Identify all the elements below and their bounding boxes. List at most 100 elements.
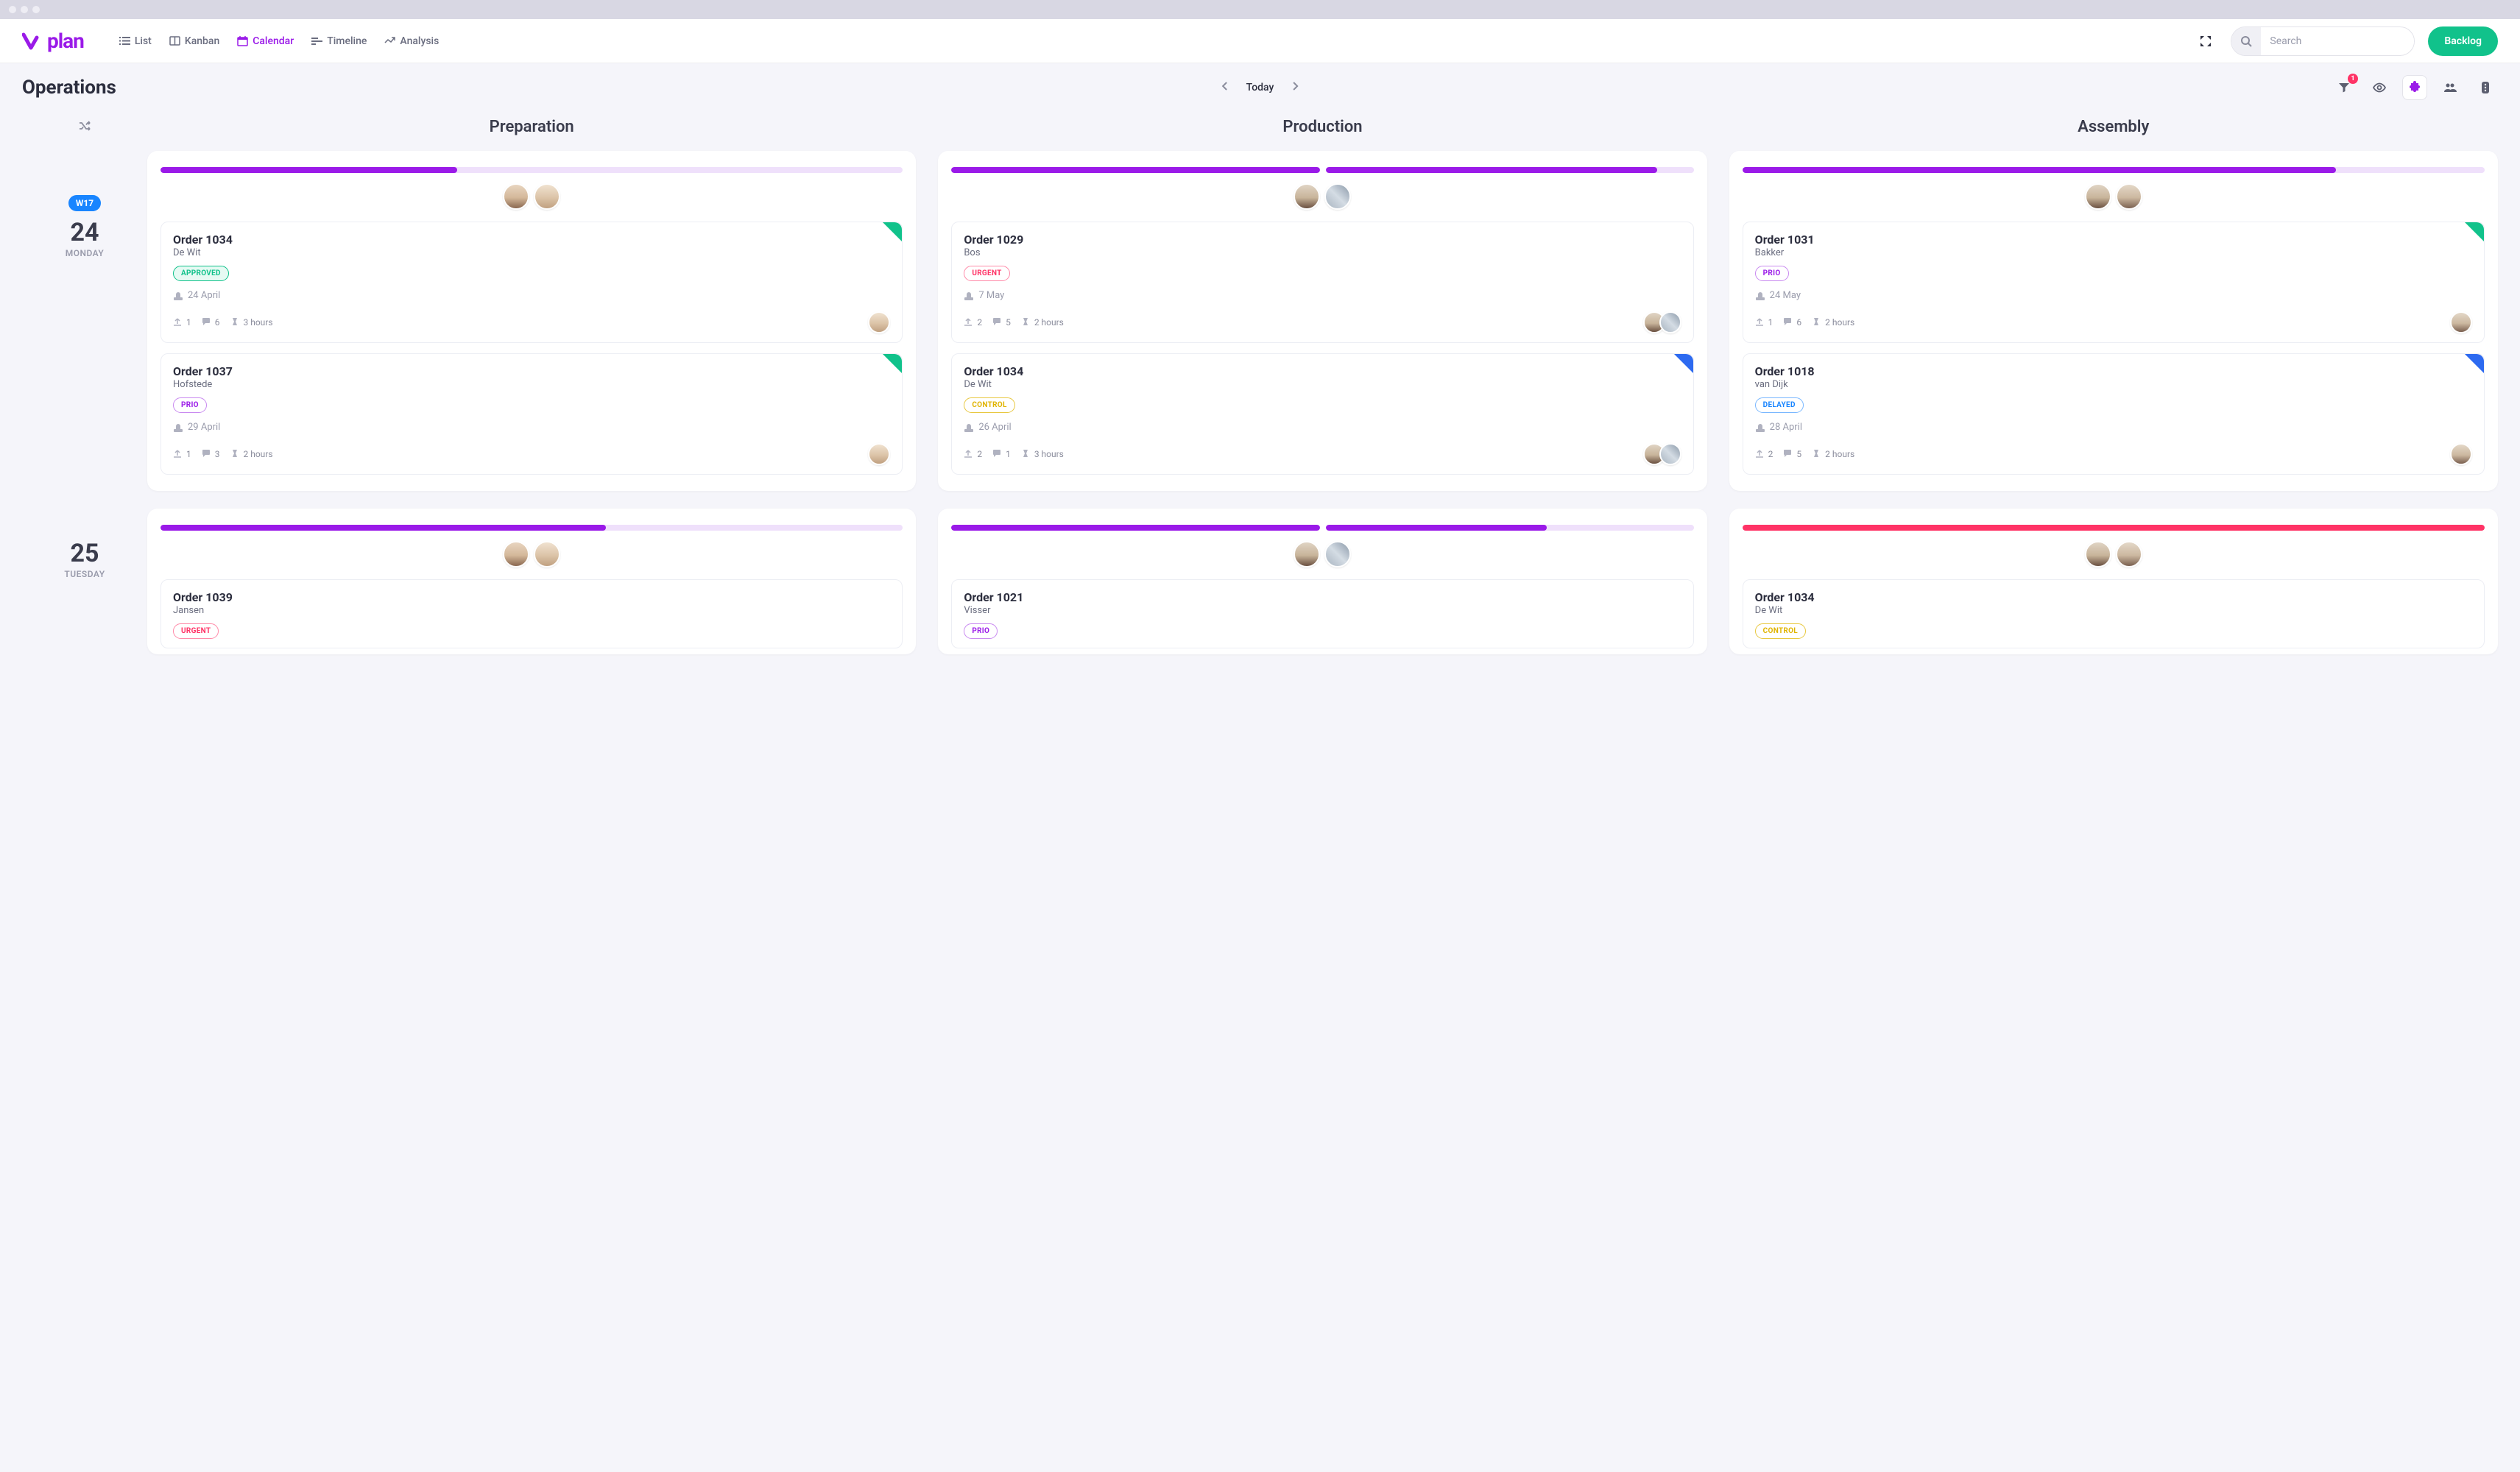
avatars-row (160, 541, 903, 567)
comment-icon (202, 317, 212, 328)
nav-timeline[interactable]: Timeline (304, 31, 374, 52)
hours-count: 3 hours (1021, 449, 1064, 459)
resource-button[interactable] (2473, 75, 2498, 100)
avatar[interactable] (868, 443, 890, 465)
avatar[interactable] (503, 541, 529, 567)
comments-count: 6 (1783, 317, 1801, 328)
shuffle-button[interactable] (78, 119, 91, 135)
today-button[interactable]: Today (1246, 82, 1274, 93)
progress-bar (1326, 167, 1694, 173)
day-number: 24 (70, 220, 99, 245)
people-button[interactable] (2438, 75, 2463, 100)
avatar[interactable] (534, 541, 560, 567)
filter-button[interactable]: 1 (2332, 75, 2357, 100)
avatar[interactable] (2085, 183, 2111, 210)
avatars-row (951, 183, 1693, 210)
toolbar: 1 (2332, 75, 2498, 100)
avatar[interactable] (2116, 183, 2142, 210)
card-title: Order 1034 (1755, 590, 2472, 604)
expand-button[interactable] (2194, 29, 2217, 53)
card-title: Order 1029 (964, 233, 1681, 247)
avatar[interactable] (1293, 541, 1320, 567)
puzzle-button[interactable] (2402, 75, 2427, 100)
window-dot (32, 6, 40, 13)
date-icon (173, 422, 183, 433)
attachments-count: 1 (173, 449, 191, 459)
upload-icon (1755, 449, 1765, 459)
comment-icon (202, 449, 212, 459)
backlog-button[interactable]: Backlog (2428, 26, 2498, 56)
comment-icon (1783, 317, 1793, 328)
nav-calendar[interactable]: Calendar (230, 31, 301, 52)
hours-count: 3 hours (230, 317, 273, 328)
visibility-button[interactable] (2367, 75, 2392, 100)
tag-urgent: URGENT (173, 623, 219, 639)
card-subtitle: Hofstede (173, 379, 890, 390)
hours-icon (1812, 449, 1822, 459)
avatar[interactable] (2450, 443, 2472, 465)
avatar-machine[interactable] (1659, 311, 1681, 333)
avatar-machine[interactable] (1659, 443, 1681, 465)
avatar[interactable] (868, 311, 890, 333)
card-corner-icon (1674, 354, 1693, 373)
order-card[interactable]: Order 1034 De Wit CONTROL 26 April 2 1 3… (951, 353, 1693, 475)
card-date: 24 May (1755, 290, 2472, 301)
date-icon (173, 291, 183, 301)
card-subtitle: Bakker (1755, 247, 2472, 258)
column-preparation: Order 1034 De Wit APPROVED 24 April 1 6 … (147, 151, 916, 654)
week-pill: W17 (68, 195, 101, 211)
attachments-count: 1 (1755, 317, 1773, 328)
day-panel: Order 1031 Bakker PRIO 24 May 1 6 2 hour… (1729, 151, 2498, 491)
card-date: 29 April (173, 422, 890, 433)
card-footer: 2 5 2 hours (964, 311, 1681, 333)
column-production: Order 1029 Bos URGENT 7 May 2 5 2 hours (938, 151, 1707, 654)
card-corner-icon (883, 354, 902, 373)
next-button[interactable] (1288, 79, 1302, 96)
progress-row (1743, 525, 2485, 531)
nav-analysis[interactable]: Analysis (377, 31, 446, 52)
avatar[interactable] (2450, 311, 2472, 333)
tag-control: CONTROL (964, 397, 1014, 413)
order-card[interactable]: Order 1021 Visser PRIO (951, 579, 1693, 648)
attachments-count: 2 (964, 317, 982, 328)
list-icon (119, 35, 130, 46)
order-card[interactable]: Order 1037 Hofstede PRIO 29 April 1 3 2 … (160, 353, 903, 475)
upload-icon (173, 317, 183, 328)
search-box[interactable] (2231, 26, 2415, 56)
nav-label: Timeline (327, 35, 367, 47)
hours-count: 2 hours (1812, 449, 1854, 459)
card-subtitle: De Wit (173, 247, 890, 258)
order-card[interactable]: Order 1031 Bakker PRIO 24 May 1 6 2 hour… (1743, 222, 2485, 343)
avatar[interactable] (534, 183, 560, 210)
avatar[interactable] (2085, 541, 2111, 567)
order-card[interactable]: Order 1034 De Wit CONTROL (1743, 579, 2485, 648)
order-card[interactable]: Order 1029 Bos URGENT 7 May 2 5 2 hours (951, 222, 1693, 343)
logo[interactable]: plan (22, 29, 84, 53)
comments-count: 5 (1783, 449, 1801, 459)
date-icon (964, 422, 974, 433)
order-card[interactable]: Order 1039 Jansen URGENT (160, 579, 903, 648)
puzzle-icon (2408, 81, 2421, 94)
nav-kanban[interactable]: Kanban (162, 31, 227, 52)
hours-icon (1812, 317, 1822, 328)
progress-bar (1743, 525, 2485, 531)
avatar[interactable] (2116, 541, 2142, 567)
progress-row (1743, 167, 2485, 173)
search-input[interactable] (2261, 35, 2414, 47)
avatar-machine[interactable] (1324, 183, 1351, 210)
hours-icon (230, 317, 241, 328)
avatar[interactable] (503, 183, 529, 210)
card-subtitle: van Dijk (1755, 379, 2472, 390)
tag-prio: PRIO (173, 397, 207, 413)
nav-list[interactable]: List (112, 31, 159, 52)
order-card[interactable]: Order 1018 van Dijk DELAYED 28 April 2 5… (1743, 353, 2485, 475)
avatar[interactable] (1293, 183, 1320, 210)
day-panel: Order 1029 Bos URGENT 7 May 2 5 2 hours (938, 151, 1707, 491)
card-footer: 2 5 2 hours (1755, 443, 2472, 465)
filter-icon (2338, 82, 2350, 93)
avatar-machine[interactable] (1324, 541, 1351, 567)
day-block: 25 TUESDAY (64, 541, 105, 579)
prev-button[interactable] (1218, 79, 1232, 96)
order-card[interactable]: Order 1034 De Wit APPROVED 24 April 1 6 … (160, 222, 903, 343)
card-title: Order 1034 (964, 364, 1681, 378)
